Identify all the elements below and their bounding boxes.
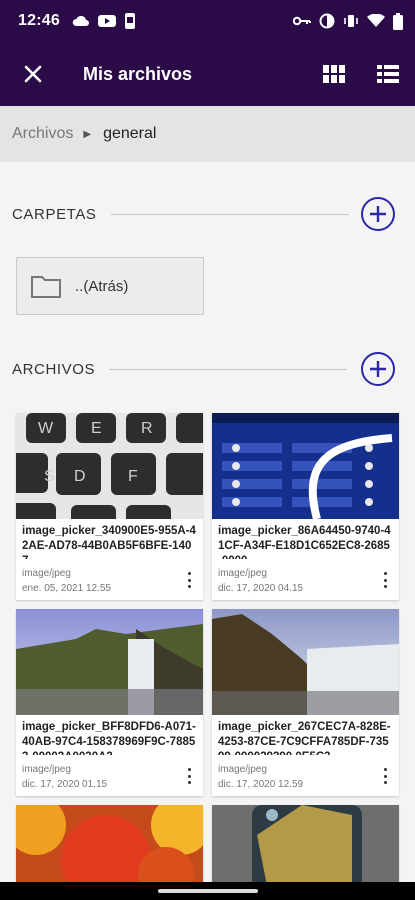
breadcrumb: Archivos ▶ general (0, 106, 415, 162)
key-icon (293, 16, 311, 26)
app-bar: Mis archivos (0, 42, 415, 106)
folders-section-label: CARPETAS (12, 205, 97, 223)
chevron-right-icon: ▶ (83, 128, 92, 140)
more-options-icon[interactable] (381, 572, 389, 588)
file-date: dic. 17, 2020 01.15 (22, 779, 108, 790)
file-thumbnail: W E R S D F (16, 413, 203, 519)
file-name: image_picker_267CEC7A-828E-4253-87CE-7C9… (218, 721, 391, 755)
status-system-icons (293, 12, 403, 30)
file-date: ene. 05, 2021 12.55 (22, 583, 111, 594)
file-date: dic. 17, 2020 04.15 (218, 583, 304, 594)
close-icon (24, 65, 42, 83)
plus-icon (370, 361, 386, 377)
status-bar: 12:46 (0, 0, 415, 42)
svg-text:F: F (128, 468, 138, 485)
file-card[interactable]: image_picker_86A64450-9740-41CF-A34F-E18… (212, 413, 399, 600)
navigation-bar (0, 882, 415, 900)
file-thumbnail (16, 609, 203, 715)
file-type: image/jpeg (22, 568, 71, 579)
vibrate-icon (344, 15, 358, 27)
file-card[interactable]: image_picker_BFF8DFD6-A071-40AB-97C4-158… (16, 609, 203, 796)
list-view-icon (377, 65, 399, 83)
file-name: image_picker_340900E5-955A-42AE-AD78-44B… (22, 525, 196, 559)
wifi-icon (367, 14, 385, 27)
close-button[interactable] (0, 42, 66, 106)
list-view-button[interactable] (361, 42, 415, 106)
file-thumbnail (212, 609, 399, 715)
file-type: image/jpeg (218, 764, 267, 775)
folder-item-back[interactable]: ..(Atrás) (16, 257, 204, 315)
breadcrumb-current: general (103, 125, 157, 142)
file-thumbnail (212, 805, 399, 882)
file-type: image/jpeg (22, 764, 71, 775)
more-options-icon[interactable] (185, 768, 193, 784)
device-icon (124, 13, 135, 29)
add-file-button[interactable] (361, 352, 395, 386)
file-thumbnail (16, 805, 203, 882)
files-section-header: ARCHIVOS (0, 349, 415, 389)
status-notification-icons (72, 13, 136, 29)
svg-text:R: R (141, 420, 153, 437)
file-name: image_picker_BFF8DFD6-A071-40AB-97C4-158… (22, 721, 196, 755)
file-type: image/jpeg (218, 568, 267, 579)
svg-text:S: S (44, 468, 55, 485)
file-card[interactable] (212, 805, 399, 882)
plus-icon (370, 206, 386, 222)
file-card[interactable] (16, 805, 203, 882)
svg-text:D: D (74, 468, 86, 485)
section-divider (110, 213, 349, 215)
data-saver-icon (319, 13, 335, 29)
file-card[interactable]: image_picker_267CEC7A-828E-4253-87CE-7C9… (212, 609, 399, 796)
cloud-icon (72, 15, 89, 26)
folders-section-header: CARPETAS (0, 194, 415, 234)
more-options-icon[interactable] (185, 572, 193, 588)
file-thumbnail (212, 413, 399, 519)
folder-icon (31, 276, 61, 298)
section-divider (109, 368, 348, 370)
file-date: dic. 17, 2020 12.59 (218, 779, 304, 790)
grid-view-icon (323, 65, 345, 83)
home-handle[interactable] (157, 889, 258, 893)
battery-icon (393, 12, 403, 30)
add-folder-button[interactable] (361, 197, 395, 231)
page-title: Mis archivos (83, 63, 193, 84)
grid-view-button[interactable] (307, 42, 361, 106)
status-time: 12:46 (18, 12, 60, 29)
folder-label: ..(Atrás) (75, 277, 129, 295)
svg-text:E: E (91, 420, 102, 437)
svg-text:W: W (38, 420, 54, 437)
youtube-icon (97, 15, 116, 27)
file-name: image_picker_86A64450-9740-41CF-A34F-E18… (218, 525, 391, 559)
breadcrumb-root[interactable]: Archivos (12, 125, 73, 143)
more-options-icon[interactable] (381, 768, 389, 784)
file-card[interactable]: W E R S D F image_picker_340900E5-955A-42AE-… (16, 413, 203, 600)
files-section-label: ARCHIVOS (12, 360, 96, 378)
